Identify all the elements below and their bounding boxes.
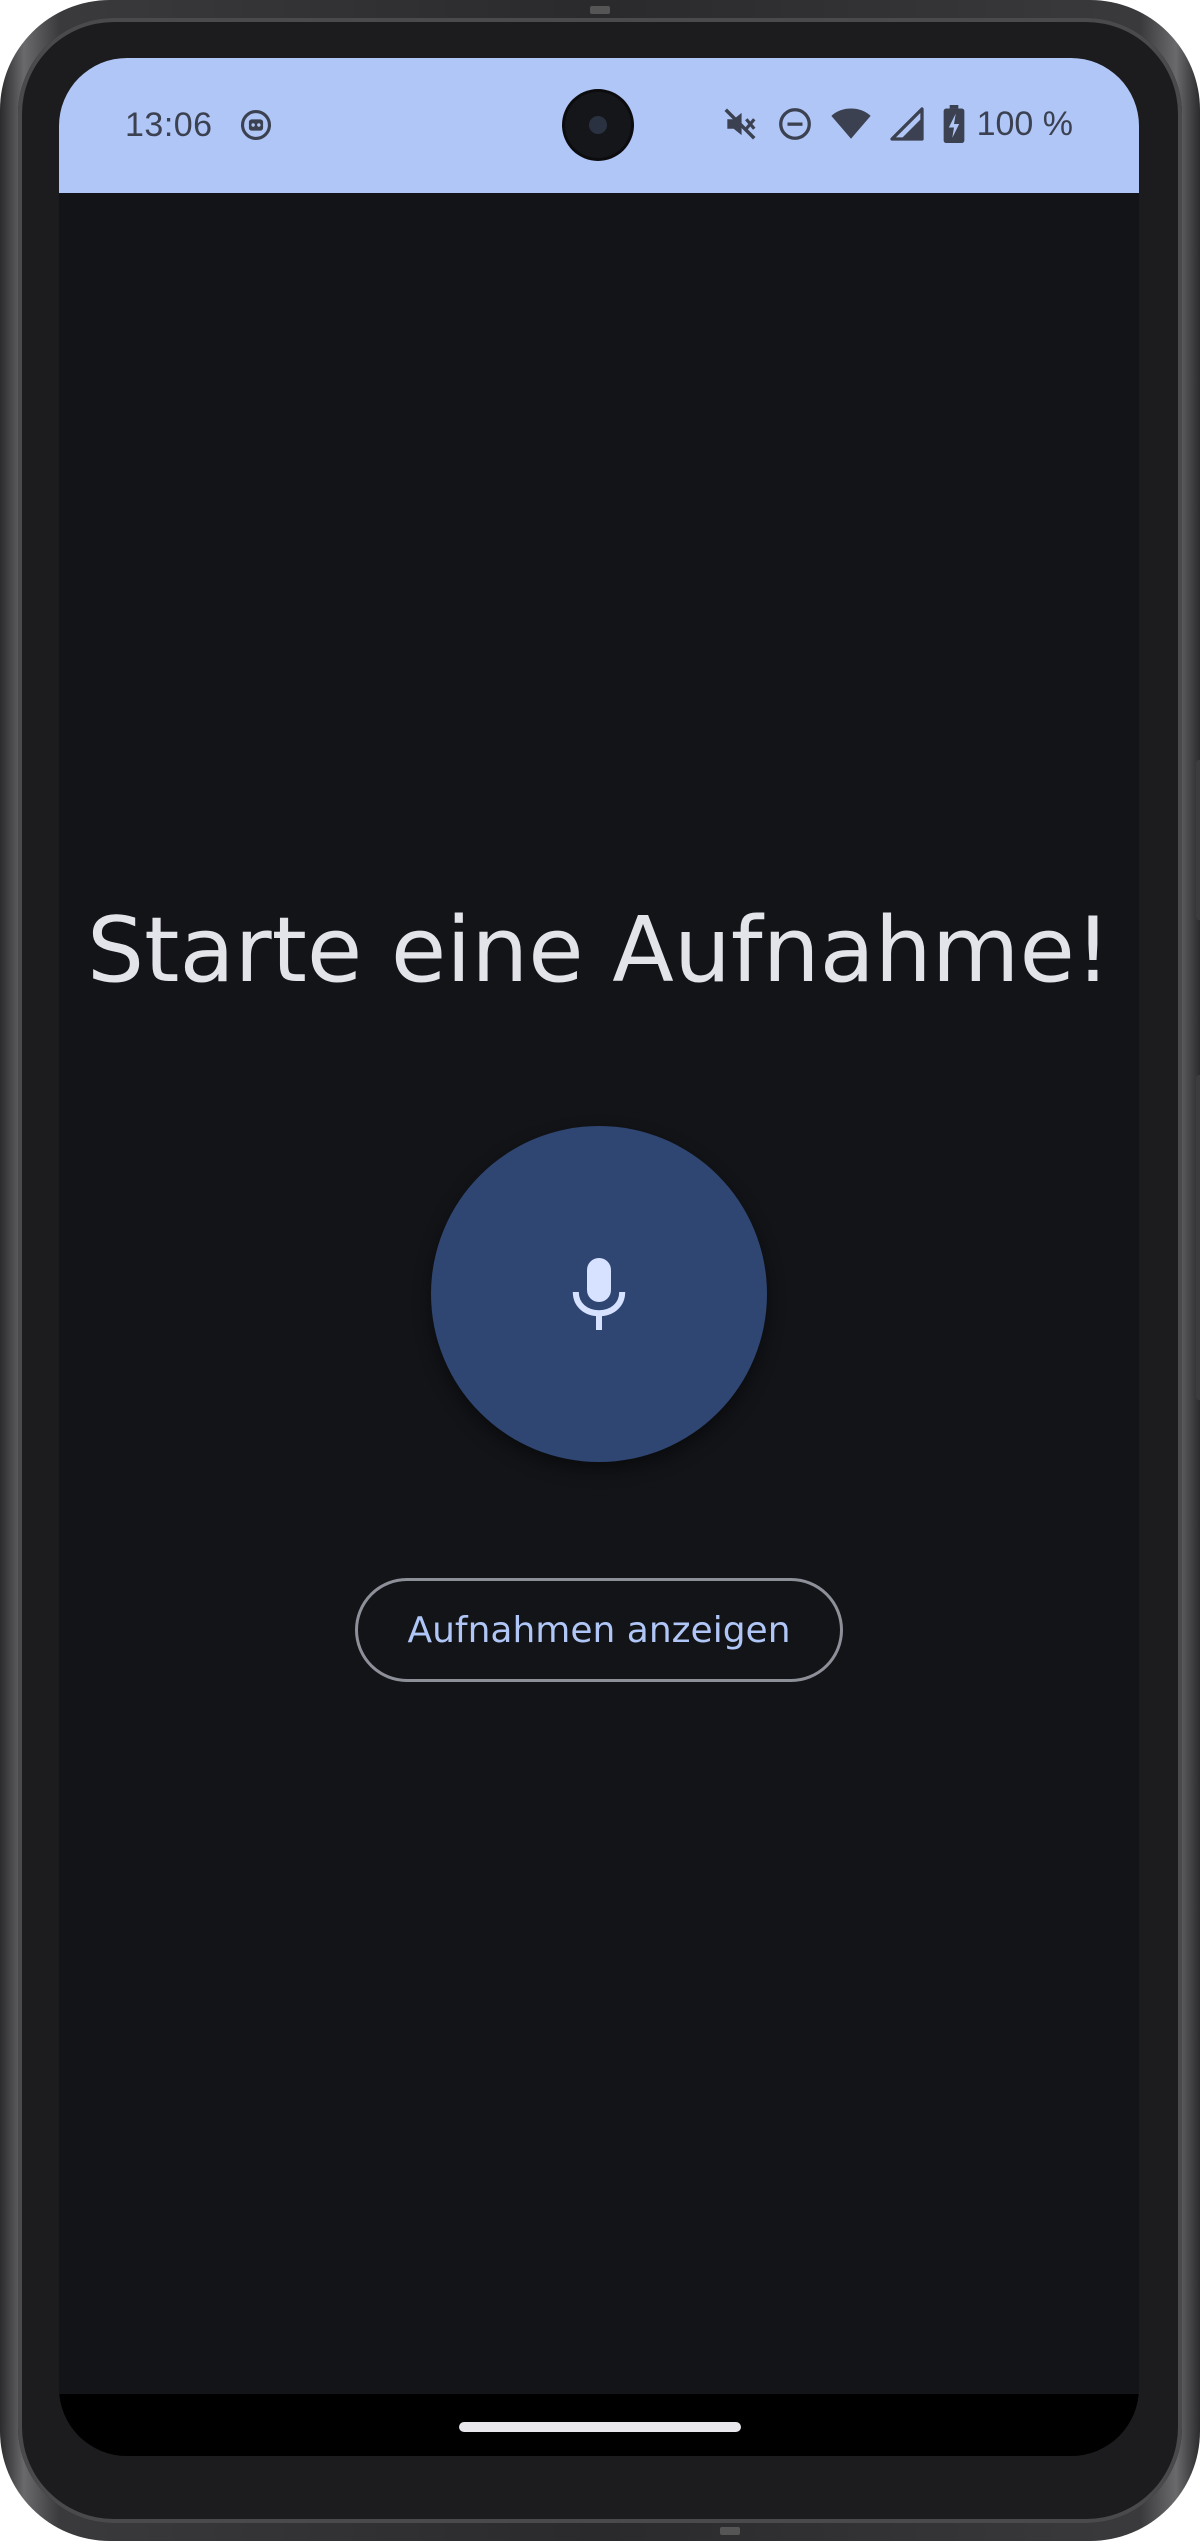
navigation-bar — [59, 2394, 1139, 2456]
show-recordings-button[interactable]: Aufnahmen anzeigen — [355, 1578, 843, 1682]
mute-icon — [724, 108, 756, 140]
page-title: Starte eine Aufnahme! — [87, 898, 1111, 1003]
battery-charging-icon — [943, 105, 964, 143]
battery-percentage: 100 % — [976, 104, 1073, 143]
signal-icon — [889, 107, 924, 141]
status-bar: 13:06 100 % — [59, 58, 1139, 193]
status-icons: 100 % — [721, 104, 1073, 144]
home-indicator[interactable] — [459, 2422, 741, 2432]
power-button — [1196, 760, 1200, 920]
record-button[interactable] — [431, 1126, 767, 1462]
notification-icon — [240, 109, 272, 141]
status-time: 13:06 — [125, 106, 213, 144]
frame-antenna-line — [590, 6, 610, 14]
volume-rocker — [1196, 1075, 1200, 1400]
wifi-icon — [830, 108, 871, 139]
screen: 13:06 100 % Starte eine Aufnahme! Aufnah… — [59, 58, 1139, 2456]
microphone-icon — [572, 1258, 626, 1330]
front-camera — [565, 92, 631, 158]
do-not-disturb-icon — [778, 108, 811, 140]
frame-antenna-line — [720, 2527, 740, 2535]
phone-frame: 13:06 100 % Starte eine Aufnahme! Aufnah… — [0, 0, 1200, 2541]
